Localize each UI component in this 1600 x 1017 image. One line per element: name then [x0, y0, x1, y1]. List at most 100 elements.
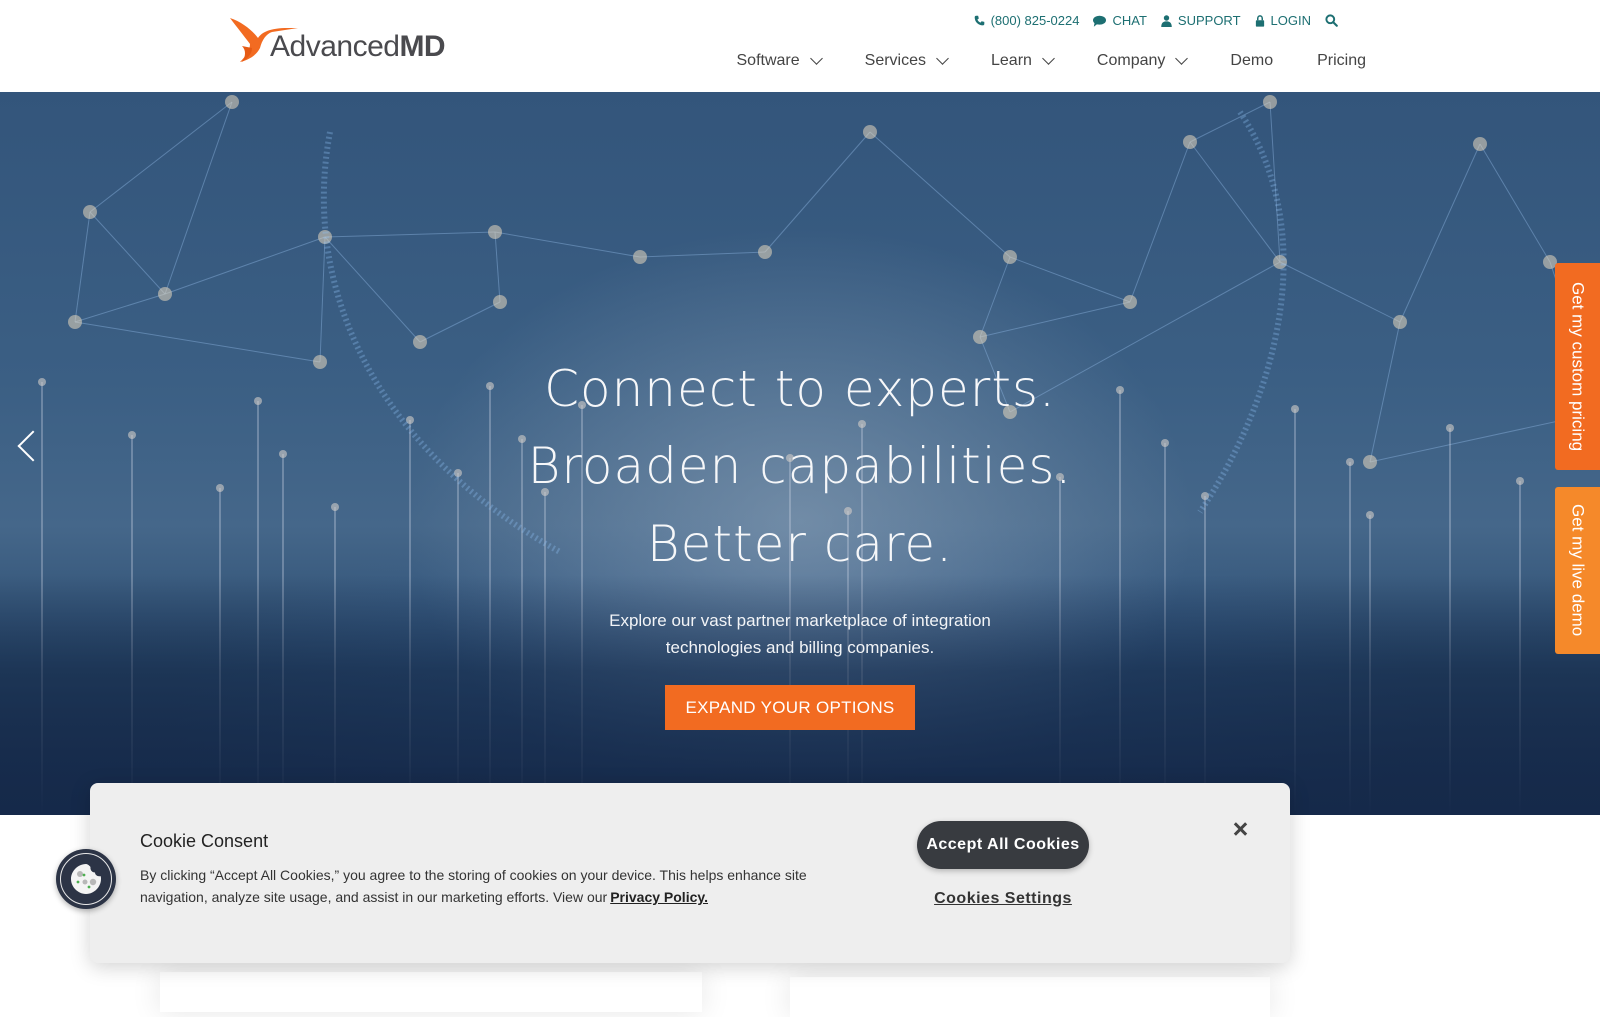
- nav-label: Company: [1096, 52, 1166, 69]
- chevron-down-icon: [936, 52, 949, 65]
- support-link[interactable]: SUPPORT: [1161, 13, 1241, 28]
- cookie-consent-banner: Cookie Consent By clicking “Accept All C…: [90, 783, 1290, 963]
- network-node: [488, 225, 502, 239]
- nav-label: Pricing: [1317, 52, 1366, 69]
- network-node: [863, 125, 877, 139]
- network-node: [758, 245, 772, 259]
- nav-pricing[interactable]: Pricing: [1317, 52, 1366, 70]
- nav-services[interactable]: Services: [864, 52, 949, 70]
- logo-wordmark: AdvancedMD: [270, 30, 446, 64]
- login-link[interactable]: LOGIN: [1255, 13, 1311, 28]
- network-node: [83, 205, 97, 219]
- live-demo-label: Get my live demo: [1568, 504, 1588, 637]
- nav-label: Software: [736, 52, 800, 69]
- advancedmd-logo[interactable]: AdvancedMD: [228, 16, 458, 66]
- network-line: [1279, 261, 1401, 323]
- nav-software[interactable]: Software: [736, 52, 823, 70]
- network-node: [1393, 315, 1407, 329]
- network-node: [1273, 255, 1287, 269]
- network-line: [1269, 101, 1281, 263]
- phone-link[interactable]: (800) 825-0224: [974, 13, 1080, 28]
- custom-pricing-tab[interactable]: Get my custom pricing: [1555, 263, 1600, 470]
- login-label: LOGIN: [1270, 13, 1311, 28]
- network-line: [419, 301, 501, 343]
- nav-demo[interactable]: Demo: [1230, 52, 1273, 70]
- light-pole-cap: [331, 503, 339, 511]
- privacy-policy-link[interactable]: Privacy Policy.: [610, 889, 708, 905]
- hero-headline-1: Connect to experts.: [544, 360, 1056, 418]
- nav-label: Services: [864, 52, 926, 69]
- chat-icon: [1093, 15, 1107, 27]
- network-node: [633, 250, 647, 264]
- network-line: [319, 236, 326, 363]
- support-label: SUPPORT: [1177, 13, 1241, 28]
- utility-nav: (800) 825-0224 CHAT SUPPORT LOGIN: [974, 13, 1338, 28]
- cookie-icon: [71, 864, 101, 894]
- network-node: [1003, 250, 1017, 264]
- nav-learn[interactable]: Learn: [991, 52, 1055, 70]
- network-line: [1399, 143, 1481, 323]
- cookies-settings-button[interactable]: Cookies Settings: [917, 890, 1089, 908]
- network-line: [869, 131, 1011, 258]
- light-pole-cap: [858, 420, 866, 428]
- network-line: [74, 293, 166, 323]
- lock-icon: [1255, 14, 1264, 27]
- user-icon: [1161, 14, 1172, 27]
- hero-headline-3: Better care.: [646, 515, 954, 573]
- main-nav: Software Services Learn Company Demo Pri…: [737, 52, 1367, 70]
- hero-headline-2: Broaden capabilities.: [527, 437, 1073, 495]
- chevron-down-icon: [1175, 52, 1189, 65]
- network-line: [164, 101, 233, 295]
- network-node: [1183, 135, 1197, 149]
- network-node: [1263, 95, 1277, 109]
- network-line: [74, 211, 91, 323]
- accept-all-cookies-button[interactable]: Accept All Cookies: [917, 821, 1089, 869]
- search-button[interactable]: [1325, 14, 1338, 27]
- site-header: AdvancedMD (800) 825-0224 CHAT SUPPORT L…: [0, 0, 1600, 92]
- network-node: [413, 335, 427, 349]
- network-node: [158, 287, 172, 301]
- network-line: [89, 101, 233, 213]
- cookie-consent-title: Cookie Consent: [140, 831, 269, 851]
- custom-pricing-label: Get my custom pricing: [1568, 281, 1588, 452]
- network-node: [493, 295, 507, 309]
- nav-company[interactable]: Company: [1096, 52, 1189, 70]
- network-node: [1473, 137, 1487, 151]
- network-node: [973, 330, 987, 344]
- network-line: [979, 301, 1131, 338]
- network-node: [225, 95, 239, 109]
- phone-icon: [974, 15, 984, 26]
- close-icon[interactable]: [1230, 819, 1250, 839]
- chat-link[interactable]: CHAT: [1093, 13, 1147, 28]
- nav-label: Demo: [1230, 52, 1274, 69]
- search-icon: [1325, 14, 1338, 27]
- hero-subtext-line-1: Explore our vast partner marketplace of …: [609, 611, 991, 630]
- phone-number: (800) 825-0224: [990, 13, 1080, 28]
- network-line: [89, 211, 166, 295]
- hero-subtext-line-2: technologies and billing companies.: [665, 638, 935, 657]
- cookie-preferences-button[interactable]: [56, 849, 116, 909]
- network-line: [764, 131, 871, 253]
- network-line: [1479, 143, 1551, 263]
- logo-text-light: Advanced: [270, 30, 400, 63]
- expand-options-button[interactable]: EXPAND YOUR OPTIONS: [665, 685, 915, 730]
- hero-subtext: Explore our vast partner marketplace of …: [0, 607, 1600, 661]
- network-line: [494, 231, 501, 303]
- light-pole-cap: [1446, 424, 1454, 432]
- network-line: [494, 231, 641, 258]
- network-line: [164, 236, 326, 295]
- chevron-down-icon: [809, 52, 823, 65]
- network-line: [639, 251, 766, 258]
- network-line: [979, 256, 1011, 338]
- network-line: [1189, 101, 1271, 143]
- live-demo-tab[interactable]: Get my live demo: [1555, 487, 1600, 654]
- network-node: [1123, 295, 1137, 309]
- network-line: [324, 231, 496, 238]
- content-card: [790, 977, 1270, 1017]
- content-card: [160, 972, 702, 1012]
- light-pole-cap: [844, 507, 852, 515]
- network-node: [68, 315, 82, 329]
- hero-carousel: Connect to experts. Broaden capabilities…: [0, 92, 1600, 815]
- network-line: [1009, 256, 1131, 303]
- logo-text-bold: MD: [399, 30, 446, 63]
